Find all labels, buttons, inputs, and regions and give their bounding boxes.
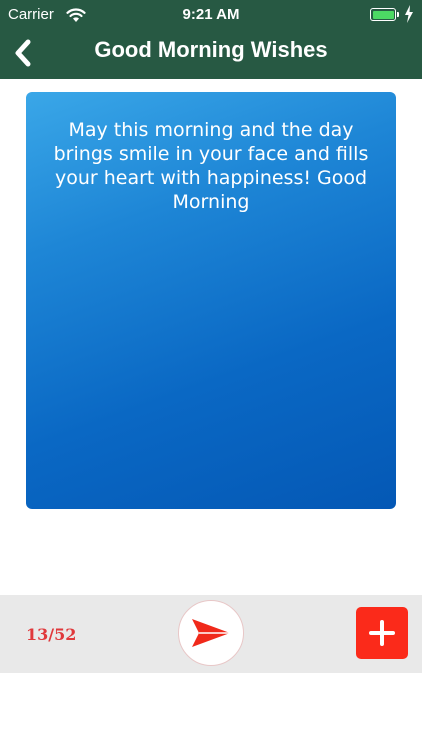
add-button[interactable] <box>356 607 408 659</box>
paper-plane-icon <box>192 619 230 647</box>
bottom-toolbar: 13/52 <box>0 595 422 673</box>
app-header: Carrier 9:21 AM Good Morning Wishes <box>0 0 422 79</box>
page-title: Good Morning Wishes <box>94 37 328 62</box>
message-card: May this morning and the day brings smil… <box>26 92 396 509</box>
message-text: May this morning and the day brings smil… <box>53 119 369 213</box>
charging-bolt-icon <box>405 5 413 23</box>
send-button[interactable] <box>178 600 244 666</box>
status-time: 9:21 AM <box>182 6 240 23</box>
page-counter: 13/52 <box>26 625 77 644</box>
status-bar: Carrier 9:21 AM <box>0 0 422 30</box>
plus-icon <box>369 620 395 646</box>
battery-icon <box>370 8 399 21</box>
